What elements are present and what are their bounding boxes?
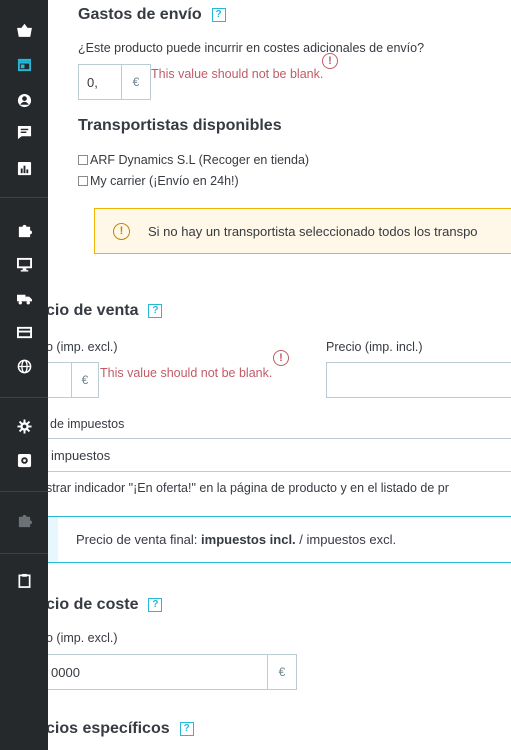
cost-price-input[interactable]	[48, 654, 268, 690]
monitor-icon[interactable]	[0, 250, 48, 278]
cost-price-section-title: cio de coste ?	[48, 596, 163, 614]
carrier-label: My carrier (¡Envío en 24h!)	[90, 174, 239, 188]
shipping-cost-input[interactable]	[78, 64, 122, 100]
sale-price-title-text: cio de venta	[48, 302, 139, 319]
carrier-option[interactable]: ARF Dynamics S.L (Recoger en tienda)	[78, 153, 309, 167]
price-incl-input[interactable]	[326, 362, 511, 398]
price-excl-label: o (imp. excl.)	[48, 340, 118, 354]
help-icon[interactable]: ?	[179, 722, 194, 736]
final-price-bold: impuestos incl.	[201, 532, 296, 547]
carrier-checkbox[interactable]	[78, 176, 88, 186]
stats-icon[interactable]	[0, 154, 48, 182]
carrier-checkbox[interactable]	[78, 155, 88, 165]
sale-price-section-title: cio de venta ?	[48, 302, 163, 320]
user-icon[interactable]	[0, 86, 48, 114]
carriers-section-title: Transportistas disponibles	[78, 117, 282, 134]
shipping-title-text: Gastos de envío	[78, 6, 202, 23]
carrier-label: ARF Dynamics S.L (Recoger en tienda)	[90, 153, 310, 167]
specific-prices-section-title: cios específicos ?	[48, 720, 194, 738]
help-icon[interactable]: ?	[211, 8, 226, 22]
currency-addon: €	[71, 362, 99, 398]
shipping-section-title: Gastos de envío ?	[78, 6, 226, 24]
cost-price-field[interactable]	[48, 655, 267, 689]
help-icon[interactable]: ?	[148, 304, 163, 318]
puzzle-icon[interactable]	[0, 216, 48, 244]
carrier-warning-alert: ! Si no hay un transportista seleccionad…	[94, 208, 511, 254]
shipping-cost-field[interactable]	[79, 65, 121, 99]
price-incl-label: Precio (imp. incl.)	[326, 340, 423, 354]
currency-addon: €	[267, 654, 297, 690]
store-icon[interactable]	[0, 50, 48, 78]
currency-addon: €	[121, 64, 151, 100]
card-icon[interactable]	[0, 318, 48, 346]
final-price-prefix: Precio de venta final:	[76, 532, 202, 547]
error-icon: !	[273, 350, 289, 366]
price-error-message: This value should not be blank.	[100, 366, 273, 380]
final-price-suffix: / impuestos excl.	[295, 532, 397, 547]
globe-icon[interactable]	[0, 352, 48, 380]
warning-text: Si no hay un transportista seleccionado …	[148, 223, 478, 239]
sidebar-separator	[0, 491, 48, 492]
sidebar-separator	[0, 553, 48, 554]
on-sale-checkbox-label[interactable]: strar indicador "¡En oferta!" en la pági…	[48, 481, 449, 495]
product-shipping-pricing-panel: Gastos de envío ? ¿Este producto puede i…	[48, 0, 511, 750]
cost-price-title-text: cio de coste	[48, 596, 139, 613]
final-price-info: Precio de venta final: impuestos incl. /…	[48, 516, 511, 563]
help-icon[interactable]: ?	[148, 598, 163, 612]
error-icon: !	[322, 53, 338, 69]
clipboard-icon[interactable]	[0, 566, 48, 594]
price-excl-input[interactable]	[48, 362, 72, 398]
chat-icon[interactable]	[0, 118, 48, 146]
sidebar	[0, 0, 48, 750]
truck-icon[interactable]	[0, 284, 48, 312]
carrier-option[interactable]: My carrier (¡Envío en 24h!)	[78, 174, 239, 188]
settings-box-icon[interactable]	[0, 446, 48, 474]
basket-icon[interactable]	[0, 16, 48, 44]
tax-rule-label: de impuestos	[50, 417, 125, 431]
gear-icon[interactable]	[0, 412, 48, 440]
specific-title-text: cios específicos	[48, 720, 170, 737]
shipping-error-message: This value should not be blank.	[151, 67, 324, 81]
info-gutter	[48, 517, 58, 562]
sidebar-separator	[0, 397, 48, 398]
tax-rule-select[interactable]: impuestos	[48, 438, 511, 472]
cost-price-label: o (imp. excl.)	[48, 631, 118, 645]
puzzle-dim-icon[interactable]	[0, 506, 48, 534]
sidebar-separator	[0, 197, 48, 198]
shipping-question: ¿Este producto puede incurrir en costes …	[78, 41, 425, 55]
warning-icon: !	[113, 222, 130, 240]
